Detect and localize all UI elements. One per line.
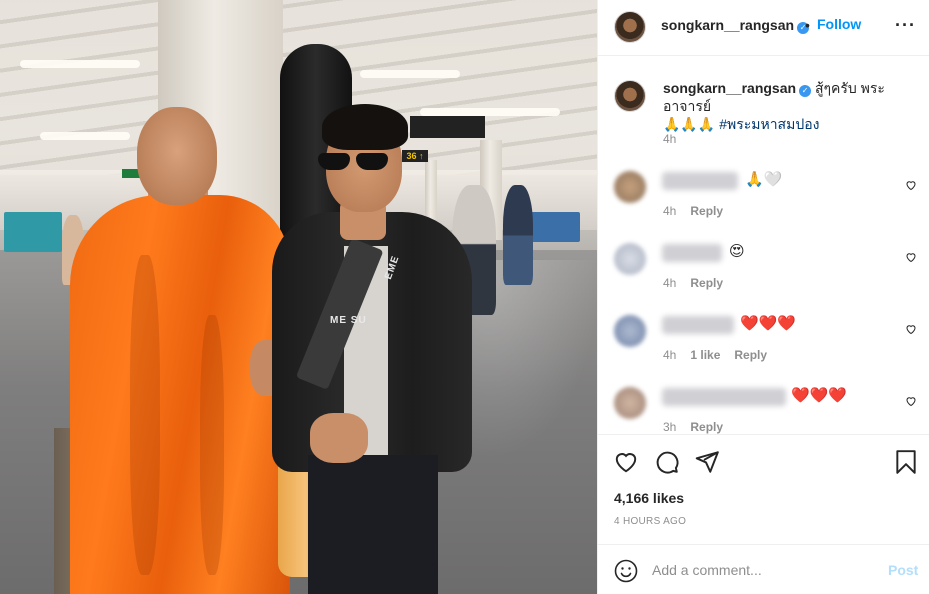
comment-likes-count[interactable]: 1 like [690, 348, 720, 362]
post-timestamp[interactable]: 4 HOURS AGO [614, 516, 686, 527]
comment-avatar[interactable] [614, 387, 646, 419]
post-comment-button[interactable]: Post [888, 562, 918, 578]
follow-button[interactable]: Follow [817, 16, 861, 32]
emoji-smile-icon[interactable] [614, 559, 638, 583]
comment-meta: 4h 1 like Reply [663, 348, 781, 362]
ceiling-light [40, 132, 130, 140]
comment-text: ❤️❤️❤️ [740, 315, 797, 332]
comment-like-icon[interactable] [905, 179, 917, 191]
monk-robe [70, 195, 290, 594]
verified-badge-icon: ✓ [799, 85, 812, 97]
comment-meta: 4h Reply [663, 204, 737, 218]
comment-text: 😍 [729, 243, 745, 260]
comment-text: ❤️❤️❤️ [791, 387, 848, 404]
post-photo[interactable]: 36 ↑ EME ME SU [0, 0, 597, 594]
pillar [425, 160, 437, 220]
comment-username-blurred[interactable] [662, 244, 722, 262]
comment-icon[interactable] [654, 449, 680, 475]
comment-avatar[interactable] [614, 171, 646, 203]
post-header: songkarn__rangsan ✓ • Follow ··· [598, 0, 929, 56]
reply-button[interactable]: Reply [690, 276, 723, 290]
caption-avatar[interactable] [614, 80, 646, 112]
robe-fold [200, 315, 224, 575]
send-icon[interactable] [694, 449, 720, 475]
caption-username[interactable]: songkarn__rangsan [663, 80, 796, 96]
caption-time[interactable]: 4h [663, 132, 676, 146]
background-person [503, 185, 533, 285]
post-caption: songkarn__rangsan ✓ สู้ๆครับ พระอาจารย์ 🙏… [663, 79, 918, 133]
man-hand [310, 413, 368, 463]
reply-button[interactable]: Reply [690, 420, 723, 434]
man-hair [322, 104, 408, 150]
comment-meta: 3h Reply [663, 420, 737, 434]
comment-like-icon[interactable] [905, 395, 917, 407]
comment-time[interactable]: 3h [663, 420, 676, 434]
robe-fold [130, 255, 160, 575]
monk-head [137, 107, 217, 205]
comment-like-icon[interactable] [905, 251, 917, 263]
seating [530, 212, 580, 242]
comment-username-blurred[interactable] [662, 388, 786, 406]
ceiling-light [420, 108, 560, 116]
author-avatar[interactable] [614, 11, 646, 43]
bag-text: ME SU [330, 315, 367, 326]
comment-avatar[interactable] [614, 243, 646, 275]
gate-sign: 36 ↑ [402, 150, 428, 162]
caption-hashtag[interactable]: #พระมหาสมปอง [719, 116, 819, 132]
overhead-sign [410, 116, 485, 138]
reply-button[interactable]: Reply [690, 204, 723, 218]
caption-emoji: 🙏🙏🙏 [663, 116, 716, 132]
seating [4, 212, 62, 252]
author-username-text[interactable]: songkarn__rangsan [661, 17, 794, 33]
more-options-icon[interactable]: ··· [895, 15, 916, 36]
likes-count[interactable]: 4,166 likes [614, 490, 684, 506]
separator-dot: • [805, 17, 810, 33]
heart-icon[interactable] [613, 449, 639, 475]
author-username[interactable]: songkarn__rangsan ✓ [661, 17, 810, 34]
man-pants [308, 455, 438, 594]
comment-avatar[interactable] [614, 315, 646, 347]
reply-button[interactable]: Reply [734, 348, 767, 362]
comment-time[interactable]: 4h [663, 204, 676, 218]
ceiling-light [20, 60, 140, 68]
post-actions: 4,166 likes 4 HOURS AGO [598, 434, 929, 544]
comment-input[interactable] [652, 559, 872, 581]
post-sidebar: songkarn__rangsan ✓ • Follow ··· songkarn… [597, 0, 929, 594]
bookmark-icon[interactable] [893, 449, 919, 475]
sunglasses [318, 153, 392, 171]
comment-text: 🙏🤍 [745, 171, 783, 188]
comment-username-blurred[interactable] [662, 316, 734, 334]
add-comment-bar: Post [598, 544, 929, 594]
comments-list[interactable]: songkarn__rangsan ✓ สู้ๆครับ พระอาจารย์ 🙏… [598, 57, 929, 434]
comment-meta: 4h Reply [663, 276, 737, 290]
comment-time[interactable]: 4h [663, 276, 676, 290]
comment-time[interactable]: 4h [663, 348, 676, 362]
comment-username-blurred[interactable] [662, 172, 738, 190]
ceiling-light [360, 70, 460, 78]
comment-like-icon[interactable] [905, 323, 917, 335]
